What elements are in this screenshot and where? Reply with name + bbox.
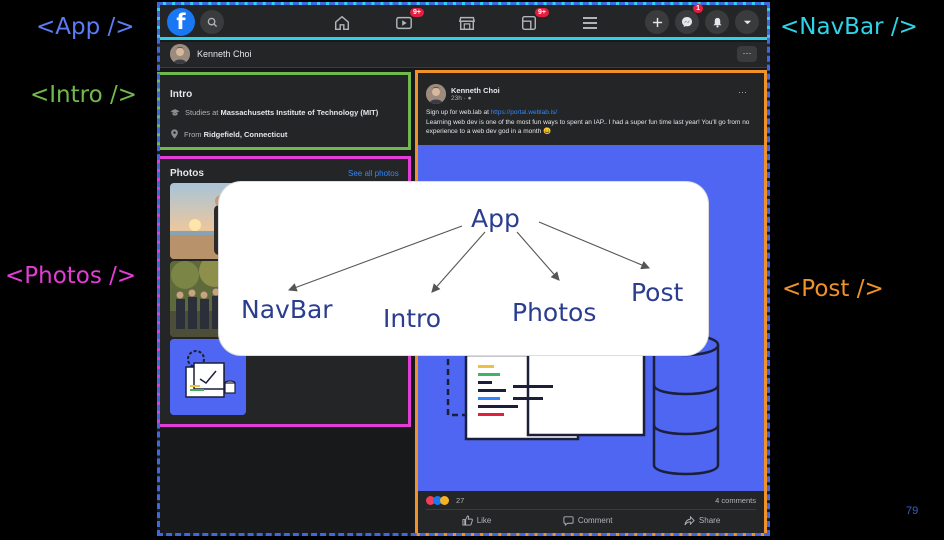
navbar-component-label: <NavBar /> [780,14,918,40]
menu-icon[interactable] [578,11,602,35]
intro-title: Intro [170,89,193,100]
bell-icon[interactable] [705,10,729,34]
graduation-cap-icon [170,109,180,116]
hometown-prefix: From [184,129,204,139]
photos-title: Photos [170,168,204,179]
photos-component-label: <Photos /> [5,263,137,289]
comments-count[interactable]: 4 comments [715,496,756,505]
reaction-count[interactable]: 27 [456,496,464,505]
comment-label: Comment [577,516,613,525]
search-icon[interactable] [200,10,224,34]
home-icon[interactable] [330,11,354,35]
post-link[interactable]: https://portal.weblab.is/ [491,109,557,116]
globe-icon: ● [467,95,472,102]
tree-edges [287,221,651,293]
groups-badge: 9+ [535,8,549,17]
caret-down-icon[interactable] [735,10,759,34]
hometown-place[interactable]: Ridgefield, Connecticut [204,130,288,139]
education-prefix: Studies at [185,108,221,117]
tree-node-app: App [471,204,520,233]
thumbs-up-icon [462,515,473,526]
edge-app-intro [431,231,486,293]
edge-app-navbar [287,225,463,292]
intro-component-label: <Intro /> [30,82,138,108]
intro-card: Intro Studies at Massachusetts Institute… [157,72,411,150]
tree-node-post: Post [631,278,684,307]
groups-icon[interactable]: 9+ [517,8,549,35]
watch-badge: 9+ [410,8,424,17]
slide-number: 79 [906,505,919,517]
location-pin-icon [171,129,178,139]
marketplace-icon[interactable] [455,11,479,35]
share-label: Share [698,516,721,525]
post-author-avatar[interactable] [426,84,446,104]
tree-node-navbar: NavBar [241,295,333,324]
education-school[interactable]: Massachusetts Institute of Technology (M… [220,108,378,117]
messenger-icon[interactable]: 1 [675,4,703,34]
tree-node-intro: Intro [383,304,442,333]
reaction-icons[interactable] [426,496,449,505]
see-all-photos-link[interactable]: See all photos [348,169,399,178]
profile-more-button[interactable]: ··· [737,46,757,62]
plus-icon[interactable] [645,10,669,34]
comment-button[interactable]: Comment [563,515,613,526]
edge-app-post [538,221,651,270]
post-timestamp[interactable]: 23h · ● [451,95,472,102]
post-text-prefix: Sign up for web.lab at [426,109,491,116]
profile-header: Kenneth Choi ··· [157,42,770,68]
messenger-badge: 1 [693,4,703,13]
navbar: f 9+ 9+ 1 [157,2,770,40]
edge-app-photos [516,231,560,281]
like-label: Like [476,516,492,525]
post-stats: 27 4 comments [418,493,764,509]
share-icon [684,515,695,526]
avatar[interactable] [170,44,190,64]
watch-icon[interactable]: 9+ [392,8,424,35]
app-component-label: <App /> [36,14,135,40]
post-time-text: 23h · [451,95,468,102]
wow-reaction-icon [440,496,449,505]
tree-node-photos: Photos [512,298,597,327]
comment-icon [563,516,574,526]
facebook-logo-icon[interactable]: f [167,8,195,36]
post-more-button[interactable]: ··· [738,87,747,97]
profile-name[interactable]: Kenneth Choi [197,49,252,59]
like-button[interactable]: Like [462,515,492,526]
intro-hometown: From Ridgefield, Connecticut [170,129,287,139]
share-button[interactable]: Share [684,515,720,526]
post-author-name[interactable]: Kenneth Choi [451,86,500,95]
post-actions: Like Comment Share [426,509,756,531]
component-tree-diagram: App NavBar Intro Photos Post [219,182,708,355]
post-component-label: <Post /> [782,276,884,302]
post-text-body: Learning web dev is one of the most fun … [426,118,750,136]
post-text: Sign up for web.lab at https://portal.we… [426,108,762,137]
intro-education: Studies at Massachusetts Institute of Te… [170,108,378,117]
